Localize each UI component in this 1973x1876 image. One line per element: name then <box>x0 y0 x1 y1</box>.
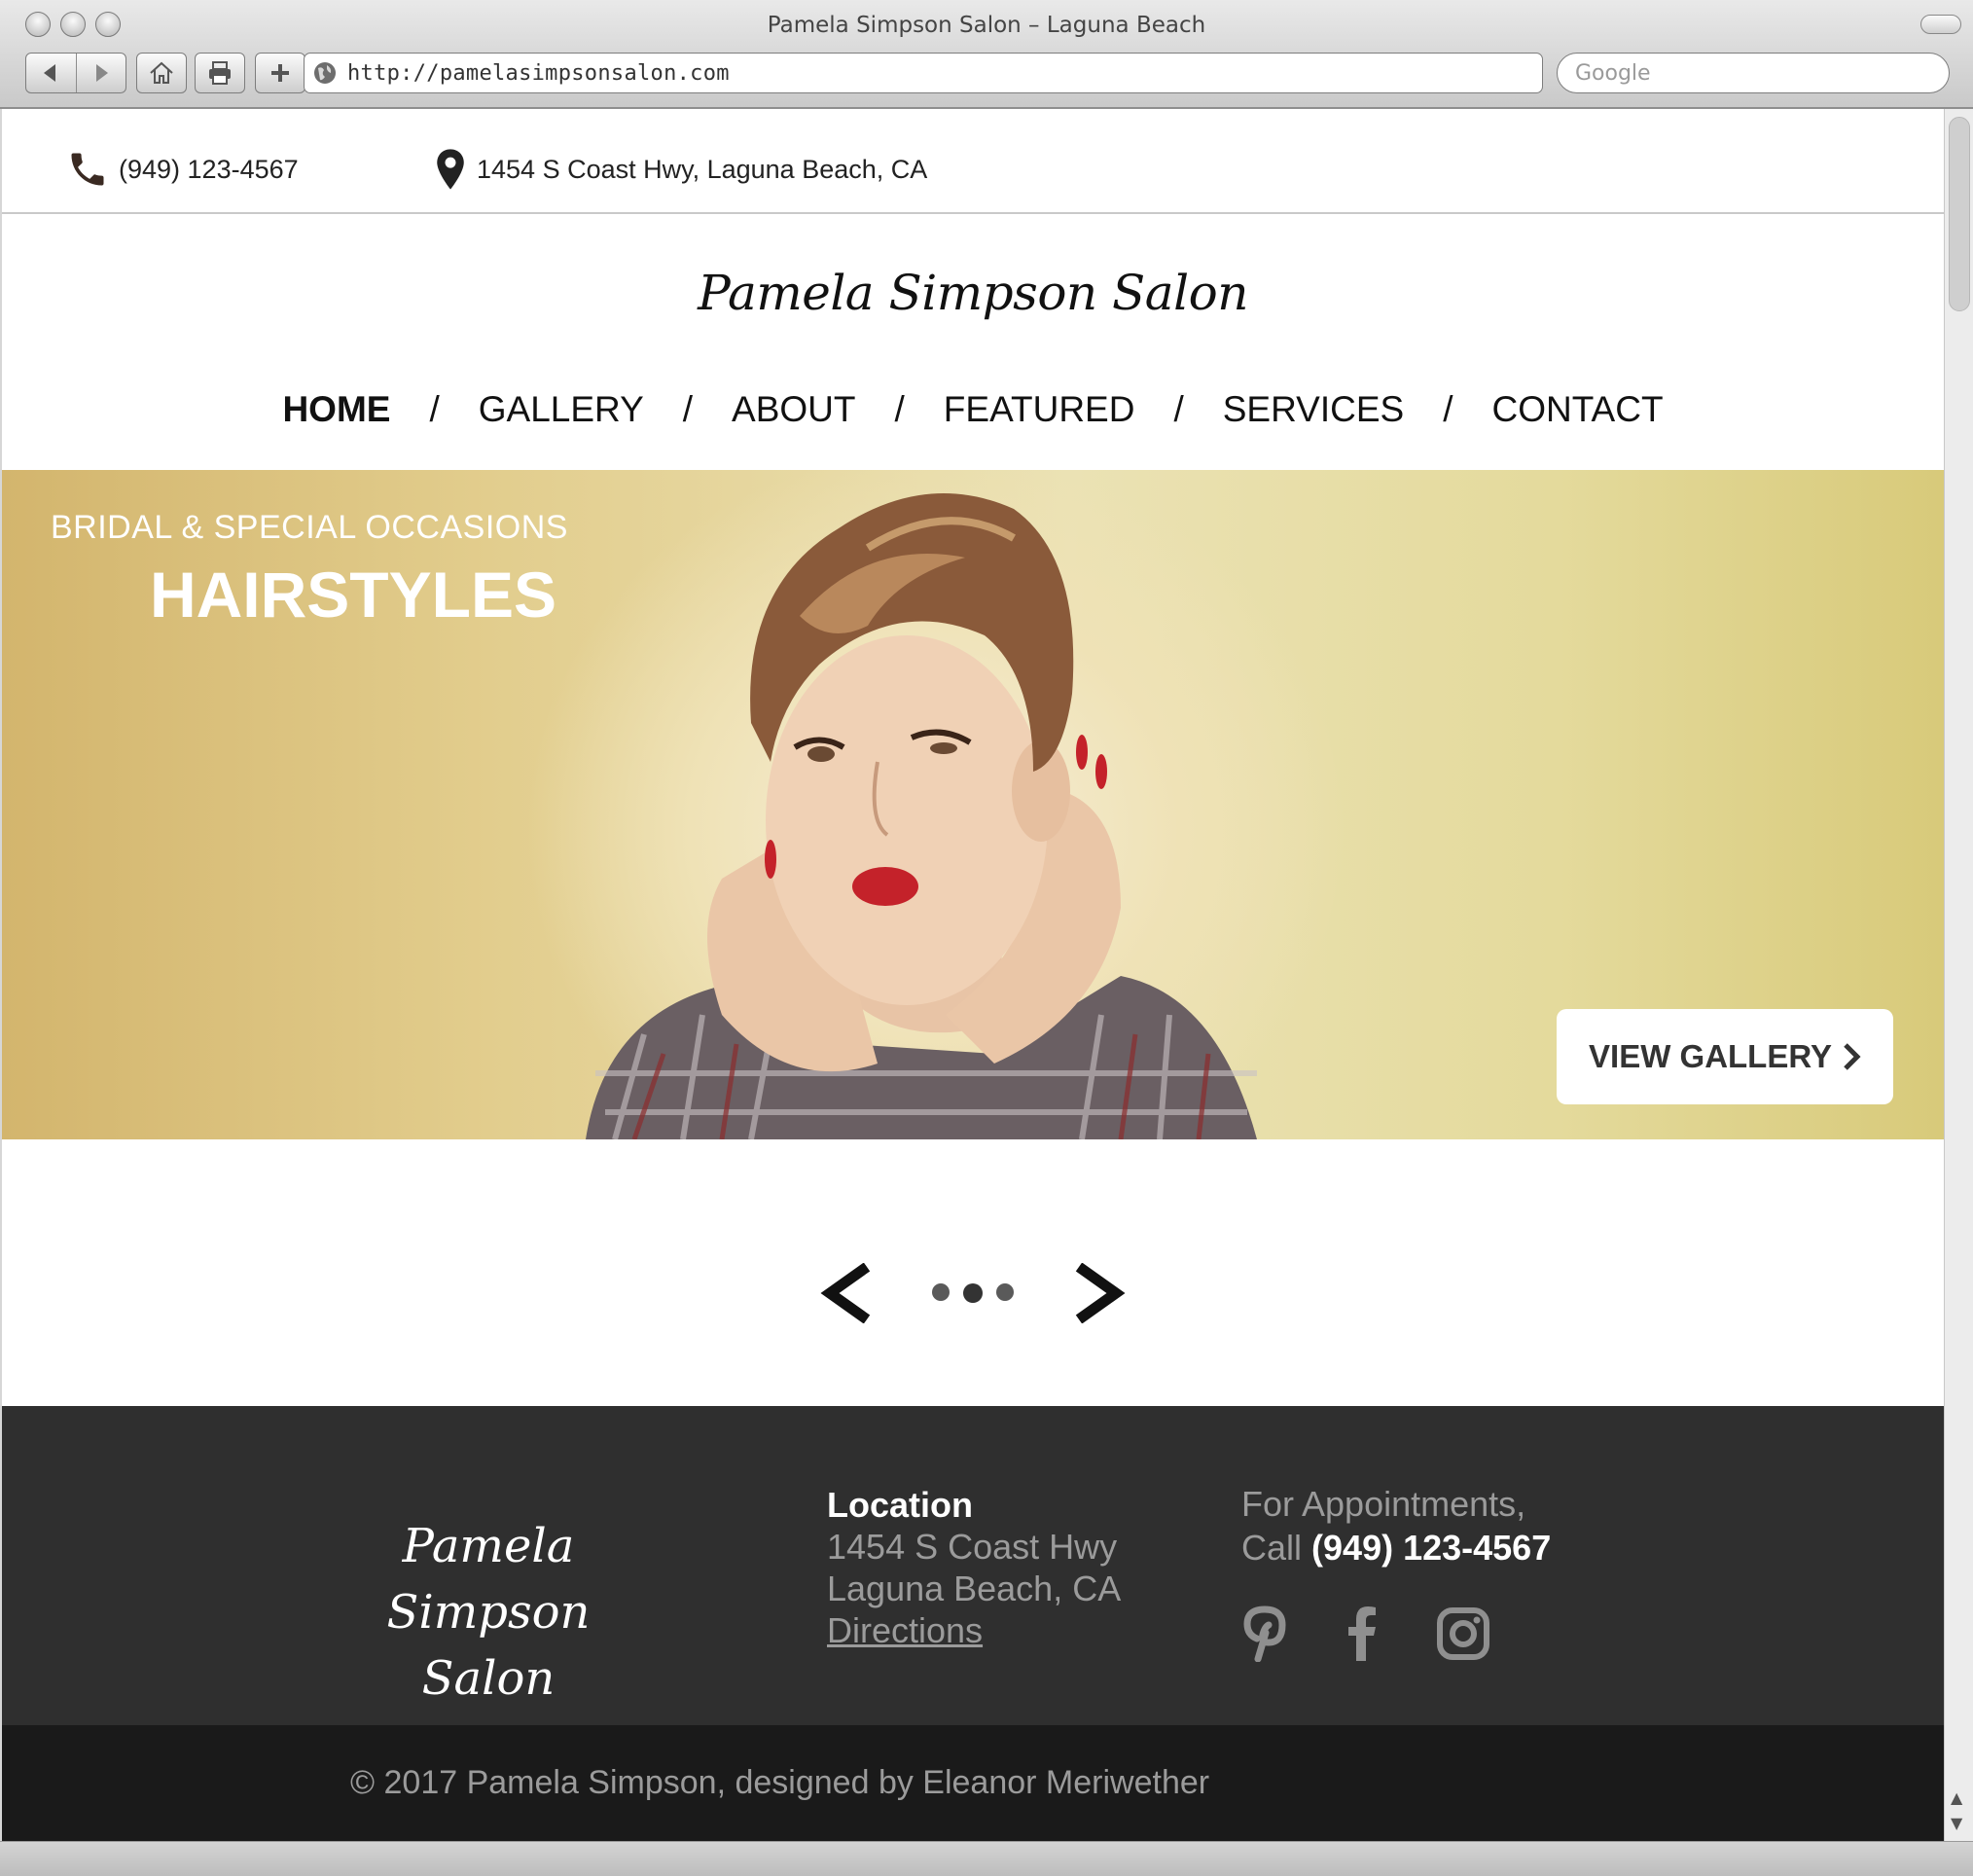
forward-arrow-icon <box>95 64 108 82</box>
print-icon <box>209 61 231 85</box>
new-tab-button[interactable] <box>255 53 305 93</box>
topbar-phone-text: (949) 123-4567 <box>119 154 299 184</box>
carousel-dot[interactable] <box>996 1283 1014 1301</box>
nav-separator: / <box>429 389 440 429</box>
hero-portrait-image <box>586 493 1257 1139</box>
nav-featured[interactable]: FEATURED <box>944 389 1135 430</box>
carousel-dot[interactable] <box>932 1283 950 1301</box>
search-field[interactable]: Google <box>1557 53 1950 93</box>
phone-icon <box>71 153 104 186</box>
footer-address-line2: Laguna Beach, CA <box>827 1569 1122 1608</box>
forward-button[interactable] <box>75 54 126 92</box>
appointments-phone[interactable]: (949) 123-4567 <box>1311 1528 1551 1568</box>
window-title: Pamela Simpson Salon – Laguna Beach <box>767 13 1206 38</box>
back-arrow-icon <box>44 64 56 82</box>
toolbar-toggle-button[interactable] <box>1920 15 1961 34</box>
facebook-icon <box>1348 1606 1376 1661</box>
map-pin-icon <box>437 149 464 190</box>
social-links <box>1241 1605 1490 1662</box>
home-icon <box>150 61 173 84</box>
nav-services[interactable]: SERVICES <box>1223 389 1404 430</box>
directions-link[interactable]: Directions <box>827 1609 1121 1651</box>
page-viewport: (949) 123-4567 1454 S Coast Hwy, Laguna … <box>2 109 1944 1841</box>
search-placeholder: Google <box>1575 60 1651 86</box>
footer-logo[interactable]: Pamela Simpson Salon <box>294 1513 683 1712</box>
carousel-controls <box>2 1249 1944 1337</box>
address-bar[interactable]: http://pamelasimpsonsalon.com <box>304 53 1543 93</box>
plus-icon <box>271 64 289 82</box>
nav-contact[interactable]: CONTACT <box>1491 389 1663 430</box>
appointments-call: Call <box>1241 1528 1303 1568</box>
site-footer: Pamela Simpson Salon Location 1454 S Coa… <box>2 1406 1944 1725</box>
nav-about[interactable]: ABOUT <box>732 389 855 430</box>
footer-logo-line1: Pamela Simpson <box>386 1519 591 1640</box>
hero-title: HAIRSTYLES <box>149 559 556 631</box>
chevron-right-icon <box>1075 1263 1126 1323</box>
nav-separator: / <box>1443 389 1453 429</box>
hero-subtitle: BRIDAL & SPECIAL OCCASIONS <box>51 509 568 546</box>
carousel-prev-button[interactable] <box>820 1263 875 1323</box>
copyright-text: © 2017 Pamela Simpson, designed by Elean… <box>350 1764 1210 1801</box>
carousel-dots <box>925 1283 1021 1303</box>
instagram-icon <box>1437 1607 1489 1660</box>
topbar-address[interactable]: 1454 S Coast Hwy, Laguna Beach, CA <box>434 148 927 191</box>
browser-toolbar: Pamela Simpson Salon – Laguna Beach http… <box>0 0 1973 109</box>
topbar-address-text: 1454 S Coast Hwy, Laguna Beach, CA <box>477 154 928 184</box>
main-nav: HOME / GALLERY / ABOUT / FEATURED / SERV… <box>2 389 1944 430</box>
scroll-up-arrow[interactable]: ▲ <box>1951 1788 1962 1807</box>
nav-home[interactable]: HOME <box>282 389 390 430</box>
back-button[interactable] <box>26 54 76 92</box>
view-gallery-button[interactable]: VIEW GALLERY <box>1557 1009 1893 1104</box>
carousel-next-button[interactable] <box>1071 1263 1126 1323</box>
scroll-down-arrow[interactable]: ▼ <box>1951 1814 1962 1832</box>
print-button[interactable] <box>195 53 245 93</box>
facebook-link[interactable] <box>1346 1606 1378 1661</box>
nav-separator: / <box>682 389 694 429</box>
location-heading: Location <box>827 1485 973 1525</box>
scrollbar-thumb[interactable] <box>1949 117 1970 311</box>
instagram-link[interactable] <box>1436 1606 1490 1661</box>
topbar-phone[interactable]: (949) 123-4567 <box>66 148 299 191</box>
status-bar <box>0 1841 1973 1876</box>
copyright-bar: © 2017 Pamela Simpson, designed by Elean… <box>2 1725 1944 1841</box>
site-logo[interactable]: Pamela Simpson Salon <box>2 265 1944 321</box>
footer-location: Location 1454 S Coast Hwy Laguna Beach, … <box>827 1484 1121 1651</box>
chevron-left-icon <box>820 1263 871 1323</box>
footer-logo-line2: Salon <box>421 1651 556 1706</box>
nav-separator: / <box>894 389 905 429</box>
globe-icon <box>314 62 336 84</box>
vertical-scrollbar[interactable]: ▲ ▼ <box>1944 109 1973 1841</box>
pinterest-link[interactable] <box>1241 1605 1288 1662</box>
pinterest-icon <box>1243 1605 1286 1662</box>
footer-appointments: For Appointments, Call (949) 123-4567 <box>1241 1482 1551 1569</box>
carousel-dot-active[interactable] <box>963 1283 983 1303</box>
back-forward-group <box>25 53 126 93</box>
home-button[interactable] <box>136 53 187 93</box>
chevron-right-icon <box>1844 1043 1861 1070</box>
contact-topbar: (949) 123-4567 1454 S Coast Hwy, Laguna … <box>2 109 1944 214</box>
hero-banner: BRIDAL & SPECIAL OCCASIONS HAIRSTYLES VI… <box>2 470 1944 1139</box>
url-text: http://pamelasimpsonsalon.com <box>347 60 730 86</box>
view-gallery-label: VIEW GALLERY <box>1589 1038 1832 1074</box>
nav-gallery[interactable]: GALLERY <box>479 389 644 430</box>
footer-address-line1: 1454 S Coast Hwy <box>827 1527 1118 1567</box>
browser-window: Pamela Simpson Salon – Laguna Beach http… <box>0 0 1973 1876</box>
nav-separator: / <box>1173 389 1184 429</box>
appointments-text: For Appointments, <box>1241 1484 1526 1524</box>
